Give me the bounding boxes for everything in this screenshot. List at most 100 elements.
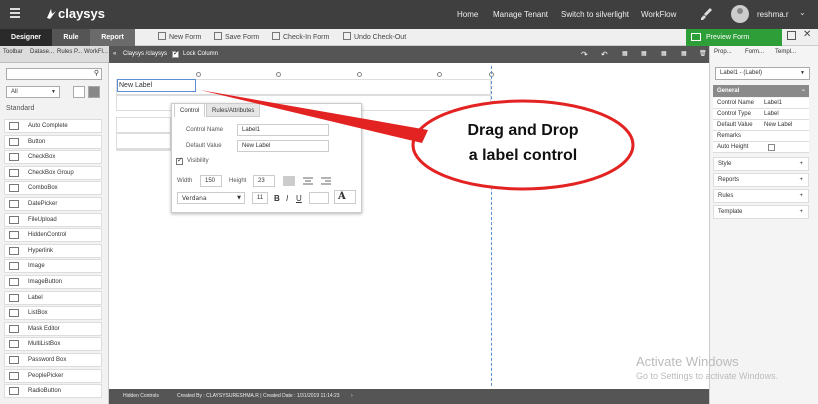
column-handle[interactable] bbox=[357, 72, 362, 77]
tab-toolbar[interactable]: Toolbar bbox=[3, 49, 23, 55]
undo-arrow-icon[interactable]: ↶ bbox=[601, 46, 608, 63]
new-label-control[interactable]: New Label bbox=[117, 79, 196, 92]
tab-rules-panel[interactable]: Rules P... bbox=[57, 49, 82, 55]
toolbox-item-auto-complete[interactable]: Auto Complete bbox=[4, 119, 102, 133]
category-filter[interactable]: All bbox=[6, 86, 60, 98]
column-handle[interactable] bbox=[437, 72, 442, 77]
property-value[interactable]: Label1 bbox=[764, 98, 782, 109]
maximize-icon[interactable] bbox=[787, 31, 796, 40]
control-icon bbox=[9, 387, 19, 396]
grid-row[interactable] bbox=[116, 117, 171, 133]
auto-height-checkbox[interactable] bbox=[768, 144, 775, 151]
new-form-button[interactable]: New Form bbox=[158, 29, 201, 46]
tab-workflow[interactable]: WorkFl... bbox=[84, 49, 108, 55]
nav-workflow[interactable]: WorkFlow bbox=[641, 10, 676, 19]
close-icon[interactable]: ✕ bbox=[803, 29, 811, 40]
chevron-down-icon[interactable]: ⌄ bbox=[799, 8, 806, 17]
preview-form-button[interactable]: Preview Form bbox=[686, 29, 782, 46]
control-icon bbox=[9, 324, 19, 333]
view-grid-icon[interactable]: ▦ bbox=[622, 46, 628, 63]
toolbox-item-label: Password Box bbox=[28, 357, 67, 363]
lock-column-checkbox[interactable] bbox=[172, 49, 179, 58]
toolbox-item-label: CheckBox Group bbox=[28, 169, 74, 176]
user-name[interactable]: reshma.r bbox=[757, 10, 789, 19]
toolbox-item-multilistbox[interactable]: MultiListBox bbox=[4, 337, 102, 352]
nav-switch-silverlight[interactable]: Switch to silverlight bbox=[561, 10, 629, 19]
section-template[interactable]: Template bbox=[713, 205, 809, 219]
new-form-label: New Form bbox=[169, 34, 202, 41]
control-icon bbox=[9, 168, 19, 177]
list-view-icon[interactable] bbox=[88, 86, 100, 98]
toolbox-item-combobox[interactable]: ComboBox bbox=[4, 181, 102, 196]
delete-icon[interactable]: 🗑 bbox=[699, 46, 707, 63]
property-value[interactable]: New Label bbox=[764, 120, 792, 131]
property-row[interactable]: Auto Height bbox=[713, 142, 809, 153]
control-icon bbox=[9, 215, 19, 224]
activation-watermark-title: Activate Windows bbox=[636, 354, 739, 369]
toolbox-item-datepicker[interactable]: DatePicker bbox=[4, 197, 102, 211]
control-icon bbox=[9, 153, 19, 162]
tab-templates[interactable]: Templ... bbox=[775, 49, 796, 55]
control-selector[interactable]: Label1 - (Label) bbox=[715, 67, 810, 80]
tab-designer[interactable]: Designer bbox=[0, 29, 52, 46]
visibility-checkbox[interactable] bbox=[176, 156, 183, 165]
property-key: Remarks bbox=[717, 133, 742, 139]
control-icon bbox=[9, 278, 19, 286]
grid-row[interactable] bbox=[116, 133, 171, 149]
toolbox-item-imagebutton[interactable]: ImageButton bbox=[4, 275, 102, 289]
search-input[interactable]: ⚲ bbox=[6, 68, 102, 80]
hamburger-menu-icon[interactable] bbox=[10, 8, 20, 18]
tab-properties[interactable]: Prop... bbox=[714, 49, 732, 55]
toolbox-item-listbox[interactable]: ListBox bbox=[4, 306, 102, 321]
property-row[interactable]: Control Name Label1 bbox=[713, 98, 809, 109]
columns-icon[interactable]: ▦ bbox=[641, 46, 647, 63]
undo-checkout-button[interactable]: Undo Check-Out bbox=[343, 29, 406, 46]
nav-manage-tenant[interactable]: Manage Tenant bbox=[493, 10, 548, 19]
chevron-right-icon[interactable]: › bbox=[351, 389, 353, 404]
toolbox-item-label[interactable]: Label bbox=[4, 290, 102, 305]
save-form-button[interactable]: Save Form bbox=[214, 29, 259, 46]
section-style[interactable]: Style bbox=[713, 157, 809, 171]
toolbox-item-password-box[interactable]: Password Box bbox=[4, 353, 102, 367]
control-icon bbox=[9, 262, 19, 271]
property-key: Default Value bbox=[717, 122, 753, 128]
property-row[interactable]: Default Value New Label bbox=[713, 120, 809, 131]
column-handle[interactable] bbox=[196, 72, 201, 77]
property-row[interactable]: Remarks bbox=[713, 131, 809, 142]
toolbox-item-image[interactable]: Image bbox=[4, 259, 102, 274]
column-handle[interactable] bbox=[276, 72, 281, 77]
tab-report[interactable]: Report bbox=[90, 29, 135, 46]
toolbox-item-checkbox-group[interactable]: CheckBox Group bbox=[4, 165, 102, 180]
avatar[interactable] bbox=[731, 5, 749, 23]
property-row[interactable]: Control Type Label bbox=[713, 109, 809, 120]
toolbox-item-hiddencontrol[interactable]: HiddenControl bbox=[4, 228, 102, 243]
toolbox-item-label: FileUpload bbox=[28, 216, 57, 223]
toolbox-item-fileupload[interactable]: FileUpload bbox=[4, 212, 102, 227]
section-rules[interactable]: Rules bbox=[713, 189, 809, 203]
toolbox-item-mask-editor[interactable]: Mask Editor bbox=[4, 321, 102, 336]
rows-icon[interactable]: ▦ bbox=[681, 46, 687, 63]
tab-form[interactable]: Form... bbox=[745, 49, 764, 55]
toolbox-item-hyperlink[interactable]: Hyperlink bbox=[4, 243, 102, 258]
toolbox-item-checkbox[interactable]: CheckBox bbox=[4, 150, 102, 165]
check-in-button[interactable]: Check-In Form bbox=[272, 29, 329, 46]
section-reports[interactable]: Reports bbox=[713, 173, 809, 187]
layout-icon[interactable]: ▦ bbox=[661, 46, 667, 63]
nav-home[interactable]: Home bbox=[457, 10, 478, 19]
property-key: Auto Height bbox=[717, 144, 749, 150]
grid-view-icon[interactable] bbox=[73, 86, 85, 98]
save-form-label: Save Form bbox=[225, 34, 260, 41]
redo-icon[interactable]: ↷ bbox=[581, 46, 588, 63]
brush-icon[interactable] bbox=[701, 7, 713, 21]
collapse-icon[interactable]: « bbox=[113, 46, 116, 63]
toolbox-item-button[interactable]: Button bbox=[4, 134, 102, 149]
section-standard[interactable]: Standard bbox=[6, 105, 34, 112]
hidden-controls-toggle[interactable]: Hidden Controls bbox=[123, 389, 159, 404]
toolbox-item-peoplepicker[interactable]: PeoplePicker bbox=[4, 368, 102, 383]
save-icon bbox=[214, 32, 222, 40]
general-section-header[interactable]: General − bbox=[713, 85, 809, 97]
property-value[interactable]: Label bbox=[764, 109, 779, 120]
toolbox-item-radiobutton[interactable]: RadioButton bbox=[4, 384, 102, 399]
tab-rule[interactable]: Rule bbox=[52, 29, 90, 46]
tab-datasource[interactable]: Datase... bbox=[30, 49, 54, 55]
